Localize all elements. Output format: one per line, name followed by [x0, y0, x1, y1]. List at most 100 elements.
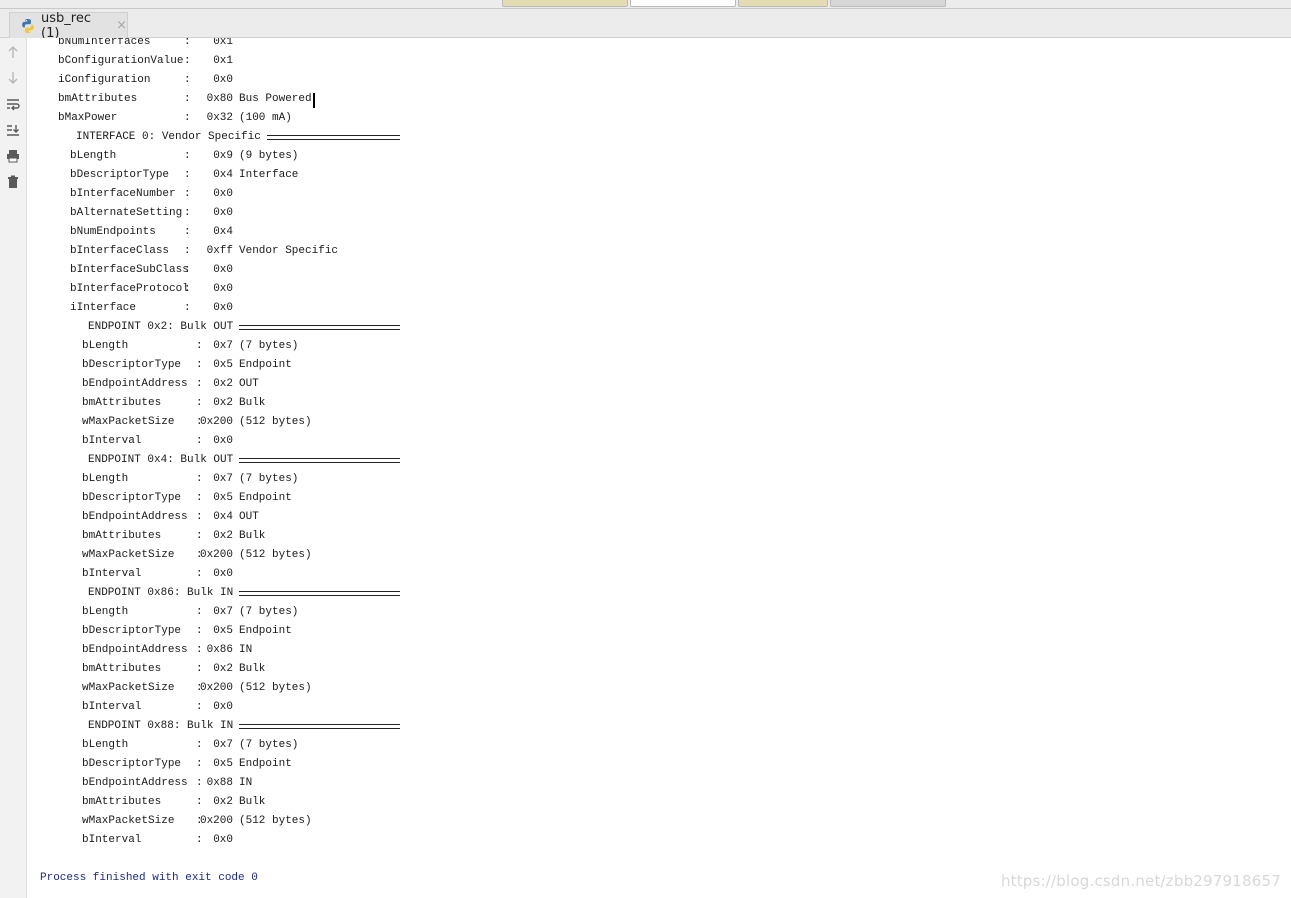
field-value: 0x9: [213, 150, 233, 162]
field-colon: :: [196, 606, 203, 618]
run-tab-label: usb_rec (1): [41, 10, 91, 41]
field-name: bmAttributes: [82, 530, 162, 542]
field-name: wMaxPacketSize: [82, 549, 175, 561]
field-value: 0x88: [206, 777, 233, 789]
field-colon: :: [196, 758, 203, 770]
field-name: bDescriptorType: [82, 625, 182, 637]
field-colon: :: [184, 283, 191, 295]
editor-tab[interactable]: [502, 0, 628, 7]
field-colon: :: [196, 644, 203, 656]
field-name: bEndpointAddress: [82, 644, 188, 656]
field-description: (512 bytes): [239, 549, 312, 561]
separator-rule: [239, 325, 400, 330]
editor-tab[interactable]: [830, 0, 946, 7]
field-value: 0x4: [213, 226, 233, 238]
field-colon: :: [184, 93, 191, 105]
field-description: Bus Powered: [239, 93, 312, 105]
field-colon: :: [184, 169, 191, 181]
descriptor-header-text: ENDPOINT 0x2: Bulk OUT: [88, 321, 234, 333]
editor-tab-active[interactable]: [630, 0, 736, 7]
editor-tab[interactable]: [738, 0, 828, 7]
field-name: bLength: [82, 739, 129, 751]
scroll-to-end-icon[interactable]: [4, 121, 22, 139]
field-value: 0x200: [199, 416, 233, 428]
field-name: bInterval: [82, 435, 142, 447]
arrow-down-icon[interactable]: [4, 69, 22, 87]
field-name: bDescriptorType: [82, 758, 182, 770]
field-value: 0x7: [213, 473, 233, 485]
separator-rule: [239, 458, 400, 463]
print-icon[interactable]: [4, 147, 22, 165]
arrow-up-icon[interactable]: [4, 43, 22, 61]
field-description: Bulk: [239, 397, 266, 409]
run-tab-usb-rec[interactable]: usb_rec (1) ×: [9, 10, 128, 41]
field-colon: :: [196, 340, 203, 352]
field-colon: :: [184, 150, 191, 162]
field-value: 0x2: [213, 397, 233, 409]
field-colon: :: [184, 207, 191, 219]
field-value: 0xff: [206, 245, 233, 257]
field-name: iInterface: [70, 302, 137, 314]
field-description: Bulk: [239, 663, 266, 675]
field-colon: :: [184, 55, 191, 67]
descriptor-header-text: ENDPOINT 0x88: Bulk IN: [88, 720, 234, 732]
field-colon: :: [196, 435, 203, 447]
field-description: Interface: [239, 169, 299, 181]
field-value: 0x2: [213, 530, 233, 542]
python-icon: [20, 18, 36, 34]
field-colon: :: [184, 74, 191, 86]
field-value: 0x0: [213, 834, 233, 846]
field-value: 0x2: [213, 796, 233, 808]
field-value: 0x4: [213, 169, 233, 181]
field-description: OUT: [239, 511, 259, 523]
field-description: IN: [239, 644, 253, 656]
field-value: 0x7: [213, 340, 233, 352]
field-colon: :: [196, 796, 203, 808]
field-colon: :: [196, 359, 203, 371]
trash-icon[interactable]: [4, 173, 22, 191]
console-output[interactable]: bNumInterfaces:0x1 bConfigurationValue:0x…: [28, 38, 1291, 898]
field-colon: :: [184, 188, 191, 200]
field-description: Endpoint: [239, 758, 292, 770]
field-description: IN: [239, 777, 253, 789]
field-colon: :: [196, 701, 203, 713]
field-value: 0x5: [213, 625, 233, 637]
field-value: 0x2: [213, 663, 233, 675]
field-description: (512 bytes): [239, 416, 312, 428]
field-description: (9 bytes): [239, 150, 299, 162]
separator-rule: [239, 591, 400, 596]
field-description: (512 bytes): [239, 815, 312, 827]
field-colon: :: [196, 530, 203, 542]
field-colon: :: [184, 302, 191, 314]
field-name: bmAttributes: [82, 397, 162, 409]
field-name: bEndpointAddress: [82, 777, 188, 789]
field-value: 0x0: [213, 207, 233, 219]
field-name: bInterval: [82, 568, 142, 580]
field-description: Endpoint: [239, 359, 292, 371]
field-name: bMaxPower: [58, 112, 118, 124]
field-name: bInterfaceProtocol: [70, 283, 189, 295]
field-name: bEndpointAddress: [82, 511, 188, 523]
field-colon: :: [196, 777, 203, 789]
field-description: (100 mA): [239, 112, 292, 124]
field-colon: :: [196, 625, 203, 637]
close-icon[interactable]: ×: [116, 18, 127, 33]
field-description: (512 bytes): [239, 682, 312, 694]
field-colon: :: [196, 663, 203, 675]
field-name: wMaxPacketSize: [82, 815, 175, 827]
separator-rule: [239, 724, 400, 729]
field-name: bNumEndpoints: [70, 226, 156, 238]
field-value: 0x200: [199, 815, 233, 827]
field-colon: :: [196, 834, 203, 846]
field-value: 0x200: [199, 682, 233, 694]
field-value: 0x7: [213, 606, 233, 618]
field-value: 0x0: [213, 188, 233, 200]
field-name: wMaxPacketSize: [82, 682, 175, 694]
descriptor-header-text: ENDPOINT 0x4: Bulk OUT: [88, 454, 234, 466]
editor-tab-strip: [0, 0, 1291, 9]
field-name: bEndpointAddress: [82, 378, 188, 390]
soft-wrap-icon[interactable]: [4, 95, 22, 113]
field-value: 0x0: [213, 701, 233, 713]
field-name: bmAttributes: [82, 663, 162, 675]
descriptor-header-text: INTERFACE 0: Vendor Specific: [76, 131, 261, 143]
